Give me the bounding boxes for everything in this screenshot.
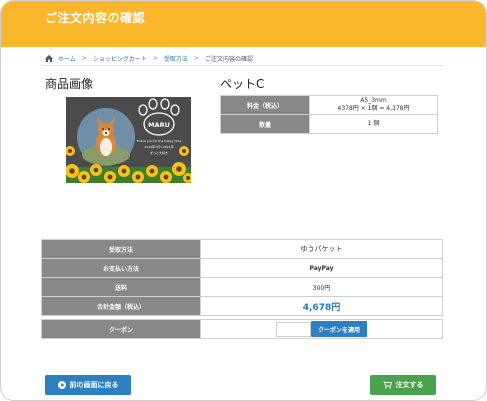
total-value: 4,678円 — [200, 296, 443, 316]
table-row: 送料 300円 — [41, 277, 443, 297]
plate-message-text: ずっと大好き — [150, 150, 168, 155]
product-image-heading: 商品画像 — [45, 77, 94, 91]
coupon-input[interactable] — [275, 321, 311, 337]
memorial-plate-illustration: MARU Thank you for the happy time 2019年7… — [66, 97, 191, 183]
shipping-label: 送料 — [41, 277, 201, 297]
breadcrumb-separator: > — [152, 55, 158, 62]
table-row: 数量 1 個 — [220, 114, 438, 134]
delivery-method-label: 受取方法 — [41, 239, 201, 259]
arrow-left-circle-icon — [57, 381, 66, 389]
breadcrumb-home[interactable]: ホーム — [58, 54, 76, 63]
page-header: ご注文内容の確認 — [1, 1, 486, 47]
plate-date-text: 2019年7月～2021年 — [144, 144, 173, 149]
home-icon[interactable] — [45, 55, 53, 62]
table-row: 受取方法 ゆうパケット — [41, 239, 443, 259]
delivery-method-value: ゆうパケット — [200, 239, 443, 259]
breadcrumb-receive-method[interactable]: 受取方法 — [164, 54, 188, 63]
breadcrumb-cart[interactable]: ショッピングカート — [93, 54, 147, 63]
payment-method-value: PayPay — [200, 258, 443, 278]
price-label: 料金（税込） — [220, 95, 310, 115]
price-value: A5_3mm 4378円 × 1個 = 4,378円 — [309, 95, 438, 115]
breadcrumb-separator: > — [193, 55, 199, 62]
shipping-value: 300円 — [200, 277, 443, 297]
apply-coupon-button[interactable]: クーポンを適用 — [310, 321, 367, 337]
price-calculation: 4378円 × 1個 = 4,378円 — [337, 105, 410, 112]
product-name: ペットC — [220, 77, 265, 91]
cart-icon — [382, 381, 392, 389]
place-order-button[interactable]: 注文する — [370, 375, 436, 395]
breadcrumb: ホーム > ショッピングカート > 受取方法 > ご注文内容の確認 — [45, 54, 253, 63]
place-order-label: 注文する — [395, 381, 424, 389]
table-row: 合計金額（税込） 4,678円 — [41, 296, 443, 316]
price-option: A5_3mm — [360, 97, 387, 105]
quantity-value: 1 個 — [309, 114, 438, 134]
totals-table: 送料 300円 合計金額（税込） 4,678円 — [41, 277, 443, 316]
payment-method-label: お支払い方法 — [41, 258, 201, 278]
plate-caption-text: Thank you for the happy time — [136, 139, 182, 143]
breadcrumb-current: ご注文内容の確認 — [204, 56, 253, 63]
quantity-label: 数量 — [220, 114, 310, 134]
delivery-table: 受取方法 ゆうパケット お支払い方法 PayPay — [41, 239, 443, 278]
page-title: ご注文内容の確認 — [45, 11, 146, 25]
table-row: お支払い方法 PayPay — [41, 258, 443, 278]
product-image: MARU Thank you for the happy time 2019年7… — [66, 97, 191, 183]
pet-name-text: MARU — [148, 121, 170, 129]
divider — [41, 65, 443, 66]
back-button[interactable]: 前の画面に戻る — [45, 375, 131, 395]
coupon-table: クーポン クーポンを適用 — [41, 319, 443, 339]
price-table: 料金（税込） A5_3mm 4378円 × 1個 = 4,378円 数量 1 個 — [220, 95, 438, 134]
coupon-cell: クーポンを適用 — [200, 319, 443, 339]
breadcrumb-separator: > — [81, 55, 87, 62]
total-label: 合計金額（税込） — [41, 296, 201, 316]
page-frame: ご注文内容の確認 ホーム > ショッピングカート > 受取方法 > ご注文内容の… — [0, 0, 487, 401]
table-row: 料金（税込） A5_3mm 4378円 × 1個 = 4,378円 — [220, 95, 438, 115]
back-button-label: 前の画面に戻る — [69, 381, 119, 389]
coupon-form: クーポンを適用 — [275, 321, 367, 337]
coupon-label: クーポン — [41, 319, 201, 339]
table-row: クーポン クーポンを適用 — [41, 319, 443, 339]
